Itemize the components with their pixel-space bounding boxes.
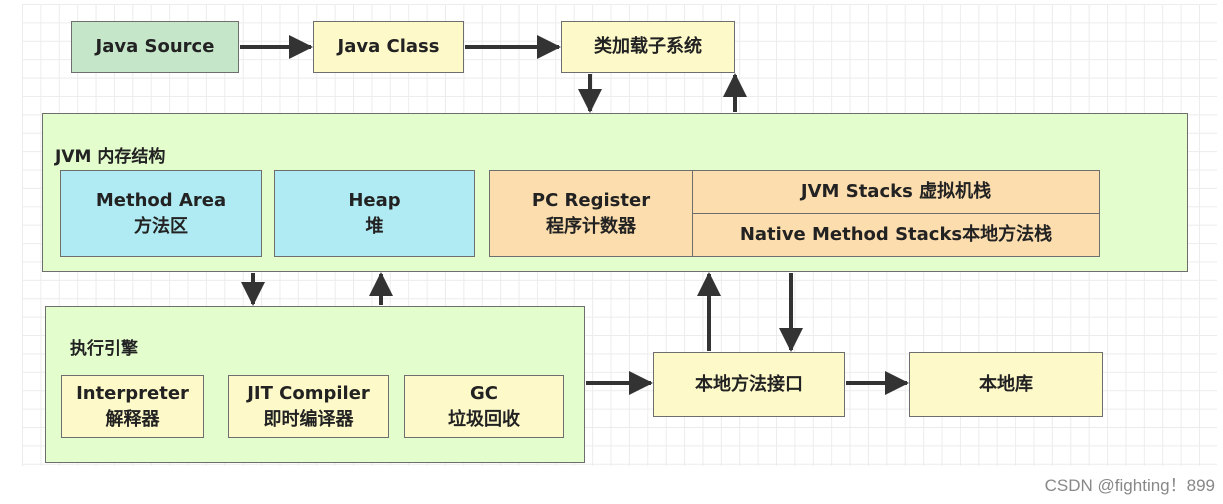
watermark: CSDN @fighting！899 <box>1044 476 1215 495</box>
arrows-layer <box>240 35 909 395</box>
